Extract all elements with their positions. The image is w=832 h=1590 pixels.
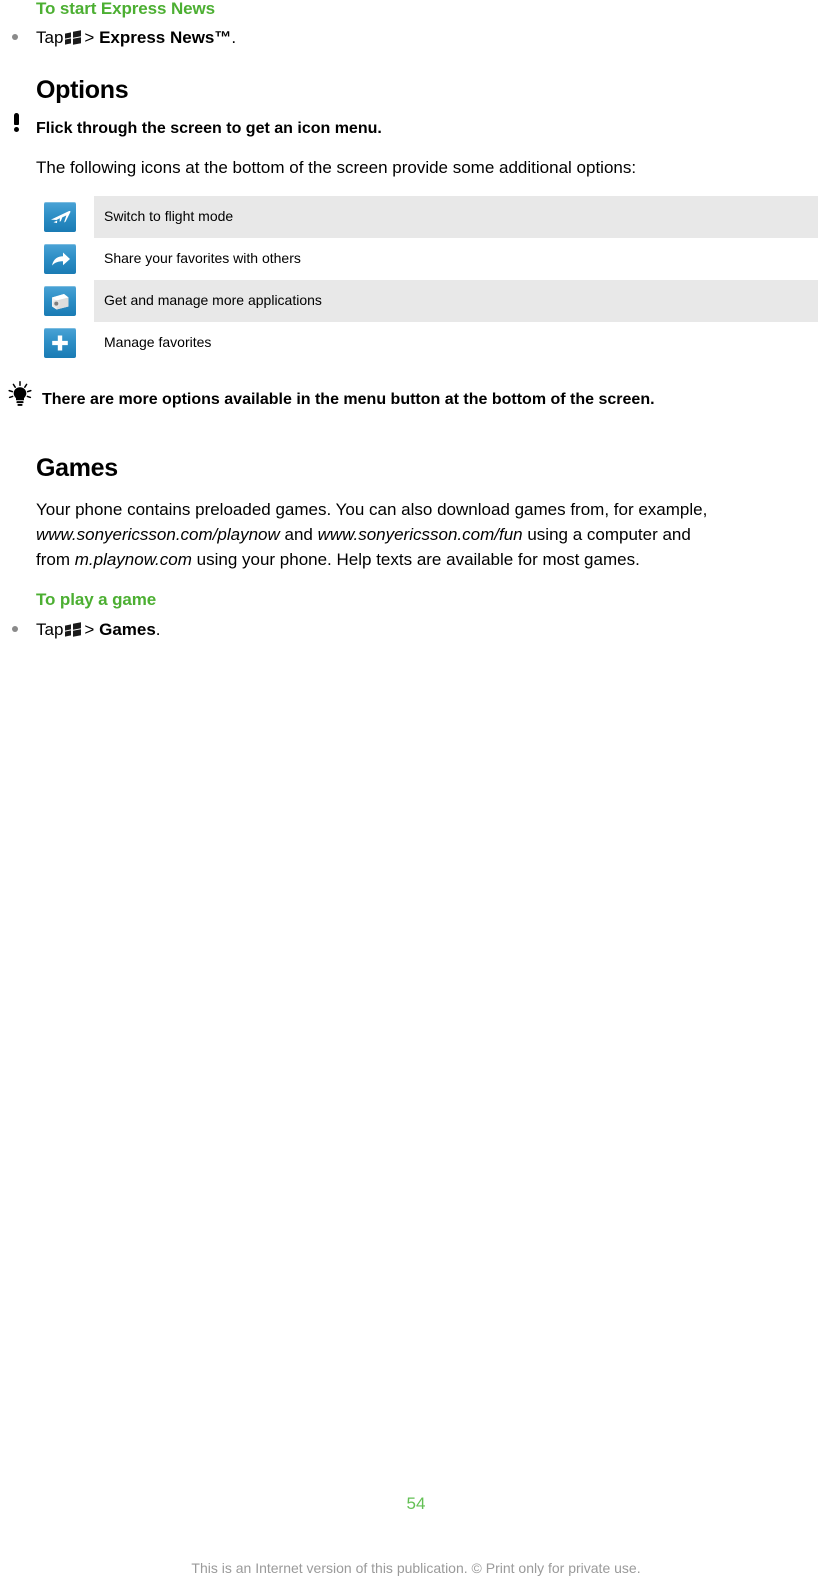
app-box-icon [44,286,76,316]
bullet-marker [12,34,18,40]
row-label: Manage favorites [104,334,212,350]
text-run: Your phone contains preloaded games. You… [36,500,708,519]
text-run: using a computer and [522,525,691,544]
target-app-name: Express News™ [99,28,232,47]
text-run: using your phone. Help texts are availab… [191,550,640,569]
table-row: Get and manage more applications [36,280,818,322]
windows-start-icon [65,622,81,637]
page-number: 54 [406,1494,426,1513]
windows-start-icon [65,30,81,45]
lightbulb-icon [6,381,34,407]
tip-text: There are more options available in the … [42,391,655,408]
url-playnow: www.sonyericsson.com/playnow [36,525,280,544]
heading-options: Options [36,76,129,104]
bullet-marker [12,626,18,632]
exclamation-icon [11,113,21,135]
table-row: Manage favorites [36,322,818,364]
heading-to-play-a-game: To play a game [36,590,157,609]
options-intro-text: The following icons at the bottom of the… [36,158,637,177]
text-run: and [279,525,318,544]
options-icon-table: Switch to flight mode Share your favorit… [36,196,818,364]
tap-label: Tap [36,620,64,639]
document-page: To start Express News Tap > Express News™… [0,0,832,1590]
games-paragraph-line-2: www.sonyericsson.com/playnow and www.son… [36,522,691,547]
url-fun: www.sonyericsson.com/fun [317,525,523,544]
share-arrow-icon [44,244,76,274]
note-text: Flick through the screen to get an icon … [36,120,382,137]
row-label: Get and manage more applications [104,292,322,308]
path-separator: > [84,620,95,639]
games-paragraph-line-3: from m.playnow.com using your phone. Hel… [36,547,640,572]
table-row: Share your favorites with others [36,238,818,280]
path-separator: > [84,28,95,47]
sentence-period: . [231,28,237,47]
table-row: Switch to flight mode [36,196,818,238]
tap-label: Tap [36,28,64,47]
airplane-icon [44,202,76,232]
sentence-period: . [155,620,161,639]
bullet-content: Tap > Express News™. [36,27,236,49]
url-mplaynow: m.playnow.com [74,550,192,569]
target-app-name: Games [99,620,156,639]
row-label: Share your favorites with others [104,250,301,266]
games-paragraph-line-1: Your phone contains preloaded games. You… [36,497,707,522]
text-run: from [36,550,75,569]
heading-to-start-express-news: To start Express News [36,0,215,18]
footer-disclaimer: This is an Internet version of this publ… [191,1560,641,1576]
plus-icon [44,328,76,358]
row-label: Switch to flight mode [104,208,234,224]
bullet-content: Tap > Games. [36,619,161,641]
heading-games: Games [36,454,118,482]
